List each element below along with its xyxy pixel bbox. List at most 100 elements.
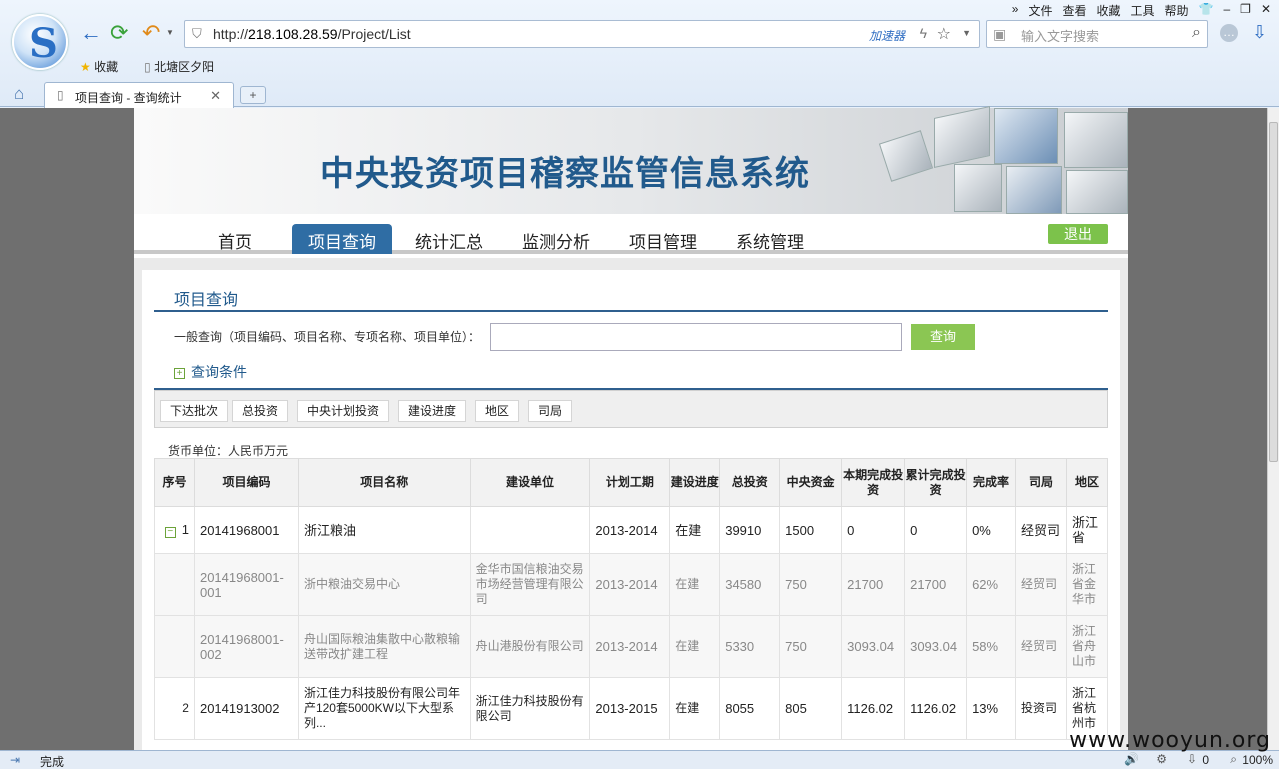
- page-icon: ▯: [144, 60, 151, 74]
- cell-period: 2013-2015: [589, 677, 671, 740]
- cell-progress: 在建: [669, 506, 721, 554]
- cell-region: 浙江省舟山市: [1065, 615, 1109, 678]
- header-cumulative: 累计完成投资: [904, 458, 968, 507]
- restore-icon[interactable]: ❐: [1240, 2, 1251, 19]
- table-subrow[interactable]: 20141968001-001 浙中粮油交易中心 金华市国信粮油交易市场经营管理…: [154, 553, 1109, 616]
- more-icon[interactable]: …: [1220, 24, 1238, 42]
- undo-dropdown-icon[interactable]: ▼: [166, 28, 174, 37]
- favorites-link[interactable]: ▯ 北塘区夕阳: [144, 58, 214, 75]
- download-icon[interactable]: ⇩: [1252, 22, 1267, 43]
- logout-button[interactable]: 退出: [1048, 224, 1108, 244]
- table-row[interactable]: 2 20141913002 浙江佳力科技股份有限公司年产120套5000KW以下…: [154, 677, 1109, 740]
- header-name: 项目名称: [297, 458, 471, 507]
- cell-current: 21700: [841, 553, 906, 616]
- cell-code[interactable]: 20141968001: [193, 506, 299, 554]
- zoom-icon[interactable]: ⌕: [1230, 752, 1237, 767]
- cell-cumulative: 3093.04: [904, 615, 968, 678]
- back-icon[interactable]: ←: [80, 22, 102, 44]
- favorites-label: 收藏: [94, 60, 119, 74]
- menu-help[interactable]: 帮助: [1165, 2, 1189, 19]
- search-icon[interactable]: ⌕: [1192, 24, 1201, 42]
- sort-progress-button[interactable]: 建设进度: [398, 400, 467, 422]
- main-nav: 首页 项目查询 统计汇总 监测分析 项目管理 系统管理 退出: [134, 214, 1128, 254]
- favorites-item[interactable]: ★ 收藏: [80, 58, 118, 75]
- minimize-icon[interactable]: –: [1223, 2, 1230, 19]
- watermark: www.wooyun.org: [1069, 728, 1271, 753]
- new-tab-button[interactable]: +: [240, 86, 266, 104]
- cell-cumulative: 21700: [904, 553, 968, 616]
- accelerator-label[interactable]: 加速器: [869, 27, 905, 44]
- cell-current: 0: [841, 506, 906, 554]
- menu-view[interactable]: 查看: [1062, 2, 1086, 19]
- refresh-icon[interactable]: ⟳: [110, 22, 128, 44]
- search-box[interactable]: ▣ 输入文字搜索 ⌕: [986, 20, 1208, 48]
- close-window-icon[interactable]: ✕: [1261, 2, 1271, 19]
- cell-code[interactable]: 20141913002: [193, 677, 299, 740]
- cell-name[interactable]: 浙中粮油交易中心: [297, 553, 471, 616]
- nav-monitoring[interactable]: 监测分析: [506, 224, 606, 254]
- sort-region-button[interactable]: 地区: [475, 400, 520, 422]
- cell-code[interactable]: 20141968001-001: [193, 553, 299, 616]
- search-button[interactable]: 查询: [911, 324, 975, 350]
- address-url[interactable]: http://218.108.28.59/Project/List: [213, 26, 411, 42]
- star-icon[interactable]: ☆: [937, 24, 951, 44]
- header-central: 中央资金: [779, 458, 843, 507]
- header-seq: 序号: [154, 458, 195, 507]
- lightning-icon[interactable]: ϟ: [920, 25, 927, 41]
- cell-central: 1500: [779, 506, 843, 554]
- menu-favorites[interactable]: 收藏: [1096, 2, 1120, 19]
- skin-icon[interactable]: 👕: [1199, 2, 1214, 19]
- sort-batch-button[interactable]: 下达批次: [160, 400, 229, 422]
- menu-tools[interactable]: 工具: [1131, 2, 1155, 19]
- close-tab-icon[interactable]: ✕: [210, 88, 221, 104]
- menu-more-icon[interactable]: »: [1012, 2, 1019, 19]
- cell-rate: 62%: [966, 553, 1017, 616]
- sidebar-toggle-icon[interactable]: ⇥: [10, 753, 20, 767]
- active-tab[interactable]: ▯ 项目查询 - 查询统计 ✕: [44, 82, 234, 108]
- vertical-scrollbar[interactable]: [1267, 108, 1279, 750]
- decorative-cube: [934, 106, 990, 168]
- nav-statistics[interactable]: 统计汇总: [399, 224, 499, 254]
- undo-icon[interactable]: ↶: [142, 22, 160, 44]
- zoom-level[interactable]: 100%: [1242, 753, 1273, 767]
- cell-dept: 投资司: [1015, 677, 1067, 740]
- sort-total-investment-button[interactable]: 总投资: [232, 400, 289, 422]
- conditions-toggle[interactable]: + 查询条件: [174, 362, 247, 382]
- scrollbar-thumb[interactable]: [1269, 122, 1278, 462]
- sound-icon[interactable]: 🔊: [1124, 752, 1139, 766]
- image-search-icon[interactable]: ▣: [993, 26, 1006, 43]
- address-bar[interactable]: ⛉ http://218.108.28.59/Project/List 加速器 …: [184, 20, 980, 48]
- decorative-cube: [1006, 166, 1062, 214]
- favorites-link-label: 北塘区夕阳: [154, 60, 215, 74]
- seq-value: 1: [181, 522, 189, 537]
- cell-cumulative: 0: [904, 506, 968, 554]
- query-panel: 项目查询 一般查询（项目编码、项目名称、专项名称、项目单位）： 查询 + 查询条件…: [142, 270, 1120, 750]
- cell-name[interactable]: 浙江粮油: [297, 506, 471, 554]
- cell-current: 1126.02: [841, 677, 906, 740]
- nav-home[interactable]: 首页: [202, 224, 268, 254]
- table-row[interactable]: −1 20141968001 浙江粮油 2013-2014 在建 39910 1…: [154, 506, 1109, 554]
- decorative-cube: [1066, 170, 1128, 214]
- sort-central-plan-button[interactable]: 中央计划投资: [297, 400, 390, 422]
- collapse-icon[interactable]: −: [164, 527, 176, 538]
- nav-system-management[interactable]: 系统管理: [720, 224, 820, 254]
- decorative-cube: [994, 108, 1058, 164]
- plugin-icon[interactable]: ⚙: [1156, 752, 1167, 766]
- nav-project-management[interactable]: 项目管理: [613, 224, 713, 254]
- cell-code[interactable]: 20141968001-002: [193, 615, 299, 678]
- table-subrow[interactable]: 20141968001-002 舟山国际粮油集散中心散粮输送带改扩建工程 舟山港…: [154, 615, 1109, 678]
- home-icon[interactable]: ⌂: [14, 84, 24, 104]
- site-banner: 中央投资项目稽察监管信息系统: [134, 106, 1128, 214]
- chevron-down-icon[interactable]: ▼: [962, 28, 971, 38]
- nav-project-query[interactable]: 项目查询: [292, 224, 392, 254]
- decorative-cube: [954, 164, 1002, 212]
- sort-department-button[interactable]: 司局: [528, 400, 573, 422]
- general-query-input[interactable]: [490, 323, 902, 351]
- cell-progress: 在建: [669, 615, 721, 678]
- cell-name[interactable]: 浙江佳力科技股份有限公司年产120套5000KW以下大型系列...: [297, 677, 471, 740]
- menu-file[interactable]: 文件: [1028, 2, 1052, 19]
- cell-name[interactable]: 舟山国际粮油集散中心散粮输送带改扩建工程: [297, 615, 471, 678]
- download-status-icon[interactable]: ⇩: [1187, 752, 1197, 766]
- shield-icon: ⛉: [192, 26, 202, 41]
- cell-period: 2013-2014: [589, 615, 671, 678]
